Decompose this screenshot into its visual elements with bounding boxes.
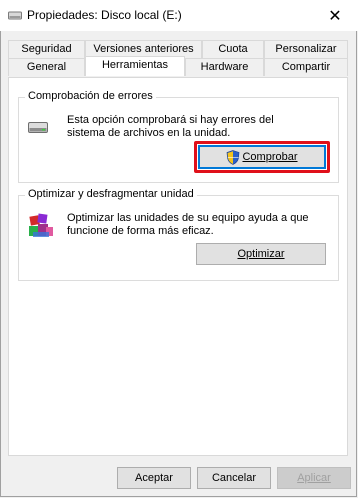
- uac-shield-icon: [227, 149, 240, 165]
- tab-label: Compartir: [281, 61, 331, 73]
- close-icon: ✕: [328, 7, 342, 25]
- error-check-line-2: sistema de archivos en la unidad.: [67, 127, 231, 139]
- hard-drive-icon: [28, 122, 48, 133]
- tab-compartir[interactable]: Compartir: [264, 58, 348, 76]
- tab-label: General: [26, 61, 67, 73]
- optimize-legend: Optimizar y desfragmentar unidad: [25, 188, 197, 200]
- tab-label: Personalizar: [275, 43, 337, 55]
- drive-icon: [8, 11, 22, 20]
- error-check-description: Esta opción comprobará si hay errores de…: [67, 114, 274, 140]
- optimize-button-label: Optimizar: [237, 248, 285, 260]
- check-button-label: Comprobar: [242, 151, 298, 163]
- window-title: Propiedades: Disco local (E:): [27, 8, 182, 22]
- ok-button-label: Aceptar: [135, 472, 173, 484]
- optimize-description: Optimizar las unidades de su equipo ayud…: [67, 212, 309, 238]
- apply-button-label: Aplicar: [297, 472, 331, 484]
- error-check-legend: Comprobación de errores: [25, 90, 156, 102]
- title-bar[interactable]: Propiedades: Disco local (E:) ✕: [0, 0, 358, 31]
- defrag-icon: [29, 213, 53, 237]
- tab-label: Seguridad: [21, 43, 72, 55]
- tab-label: Versiones anteriores: [93, 43, 194, 55]
- tab-label: Herramientas: [101, 59, 169, 71]
- tools-panel: Comprobación de errores Esta opción comp…: [8, 77, 348, 456]
- cancel-button-label: Cancelar: [211, 472, 257, 484]
- tab-label: Cuota: [218, 43, 248, 55]
- optimize-line-2: funcione de forma más eficaz.: [67, 225, 214, 237]
- tab-hardware[interactable]: Hardware: [185, 58, 264, 76]
- apply-button[interactable]: Aplicar: [277, 467, 351, 489]
- optimize-line-1: Optimizar las unidades de su equipo ayud…: [67, 212, 309, 224]
- tab-herramientas[interactable]: Herramientas: [85, 56, 185, 76]
- close-button[interactable]: ✕: [312, 0, 358, 31]
- tab-general[interactable]: General: [8, 58, 85, 76]
- error-check-line-1: Esta opción comprobará si hay errores de…: [67, 114, 274, 126]
- check-button[interactable]: Comprobar: [198, 145, 326, 169]
- tab-cuota[interactable]: Cuota: [202, 40, 264, 58]
- tab-label: Hardware: [200, 61, 249, 73]
- tab-personalizar[interactable]: Personalizar: [264, 40, 348, 58]
- tab-seguridad[interactable]: Seguridad: [8, 40, 85, 58]
- optimize-button[interactable]: Optimizar: [196, 243, 326, 265]
- ok-button[interactable]: Aceptar: [117, 467, 191, 489]
- error-check-group: Comprobación de errores Esta opción comp…: [18, 90, 339, 183]
- cancel-button[interactable]: Cancelar: [197, 467, 271, 489]
- optimize-group: Optimizar y desfragmentar unidad Optimiz…: [18, 188, 339, 281]
